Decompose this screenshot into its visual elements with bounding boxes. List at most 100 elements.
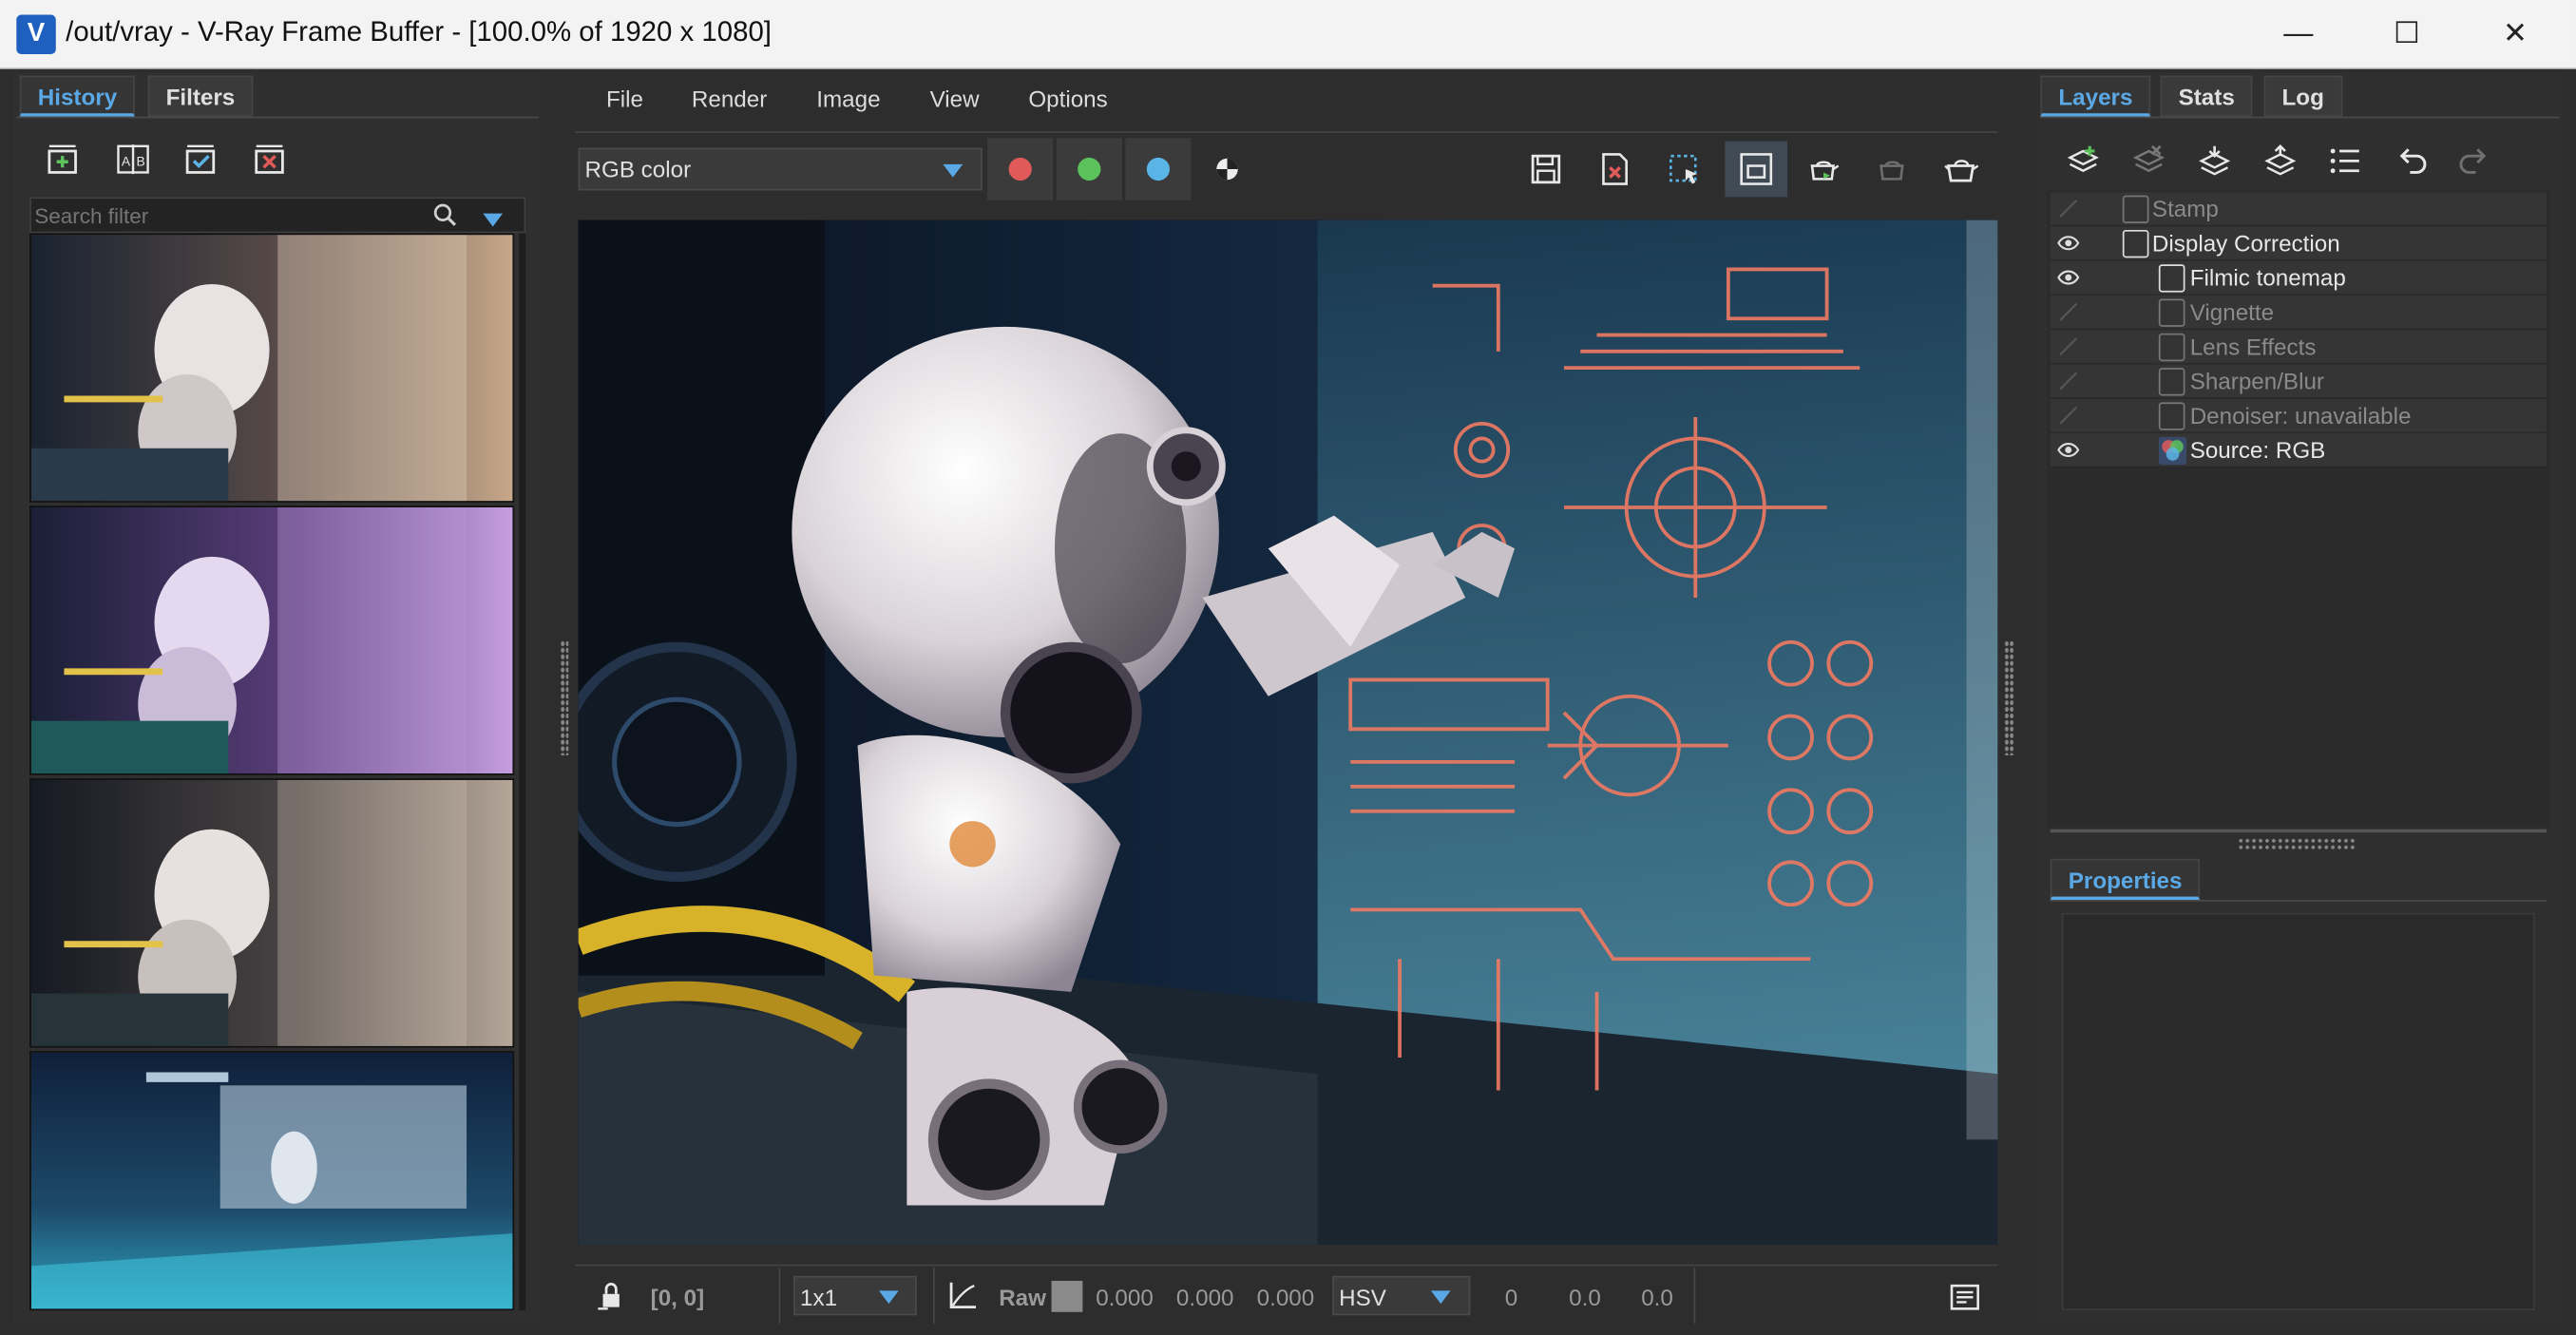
save-layers-icon[interactable] (2191, 140, 2237, 182)
remove-history-icon[interactable] (248, 138, 294, 181)
visibility-off-icon[interactable] (2057, 370, 2080, 392)
hsv-s-value: 0.0 (1569, 1284, 1601, 1311)
hsv-v-value: 0.0 (1641, 1284, 1673, 1311)
visibility-on-icon[interactable] (2057, 266, 2080, 289)
sample-size-value: 1x1 (799, 1284, 838, 1311)
render-viewport[interactable] (578, 219, 1998, 1245)
menu-render[interactable]: Render (692, 86, 767, 115)
lens-effects-icon (2158, 333, 2185, 362)
blue-channel-button[interactable] (1125, 138, 1192, 200)
layer-row-filmic-tonemap[interactable]: Filmic tonemap (2050, 260, 2547, 296)
sharpen-icon (2158, 368, 2185, 396)
menu-view[interactable]: View (930, 86, 980, 115)
tab-layers[interactable]: Layers (2040, 75, 2151, 117)
sample-size-select[interactable]: 1x1 (793, 1275, 917, 1316)
toggle-properties-icon[interactable] (1949, 1281, 1982, 1314)
tab-log[interactable]: Log (2263, 75, 2342, 117)
load-layers-icon[interactable] (2258, 140, 2303, 182)
right-splitter[interactable] (2004, 639, 2014, 755)
ab-compare-icon[interactable]: AB (110, 138, 156, 181)
tab-filters[interactable]: Filters (147, 75, 254, 117)
region-frame-icon (1740, 153, 1773, 185)
lock-cursor-icon[interactable] (595, 1279, 628, 1312)
chevron-down-icon (1430, 1290, 1451, 1305)
menu-options[interactable]: Options (1028, 86, 1107, 115)
redo-icon[interactable] (2452, 140, 2497, 182)
stop-render-icon[interactable] (1870, 148, 1916, 191)
load-history-icon[interactable] (179, 138, 224, 181)
red-channel-button[interactable] (987, 138, 1054, 200)
save-to-history-icon[interactable] (41, 138, 86, 181)
visibility-off-icon[interactable] (2057, 197, 2080, 219)
history-thumbnail[interactable] (29, 505, 515, 775)
history-thumbnail[interactable] (29, 233, 515, 503)
search-input[interactable] (34, 200, 429, 230)
tab-divider (2050, 900, 2547, 902)
add-layer-icon[interactable] (2060, 140, 2106, 182)
visibility-off-icon[interactable] (2057, 404, 2080, 427)
toggle-region-button[interactable] (1725, 141, 1788, 198)
layer-label: Denoiser: unavailable (2189, 402, 2412, 429)
interactive-render-teapot-icon[interactable] (1938, 148, 1984, 191)
layer-row-source-rgb[interactable]: Source: RGB (2050, 433, 2547, 468)
status-sep (1693, 1268, 1696, 1324)
visibility-off-icon[interactable] (2057, 300, 2080, 323)
history-scrollbar[interactable] (519, 233, 526, 1311)
curve-icon[interactable] (946, 1279, 980, 1312)
layer-label: Sharpen/Blur (2189, 368, 2324, 394)
chevron-down-icon (878, 1290, 899, 1305)
region-render-icon[interactable] (1661, 148, 1707, 191)
search-icon[interactable] (432, 202, 459, 229)
alpha-channel-icon[interactable] (1214, 156, 1241, 182)
maximize-button[interactable]: ☐ (2353, 0, 2461, 69)
tab-properties[interactable]: Properties (2050, 858, 2201, 901)
layer-row-vignette[interactable]: Vignette (2050, 296, 2547, 331)
render-teapot-icon[interactable] (1801, 148, 1846, 191)
visibility-off-icon[interactable] (2057, 335, 2080, 358)
curve-layer-icon (2122, 229, 2149, 258)
raw-label: Raw (999, 1284, 1046, 1311)
layer-row-stamp[interactable]: Stamp (2050, 192, 2547, 227)
source-rgb-icon (2158, 436, 2187, 466)
layer-label: Lens Effects (2189, 333, 2317, 360)
channel-select[interactable]: RGB color (578, 147, 983, 191)
delete-layer-icon[interactable] (2126, 140, 2171, 182)
close-button[interactable]: ✕ (2461, 0, 2569, 69)
green-channel-button[interactable] (1056, 138, 1122, 200)
search-options-chevron-icon[interactable] (482, 207, 505, 227)
title-bar: V /out/vray - V-Ray Frame Buffer - [100.… (0, 0, 2576, 69)
tab-history[interactable]: History (19, 75, 136, 117)
tab-divider (16, 116, 540, 119)
history-thumbnail[interactable] (29, 778, 515, 1048)
save-image-icon[interactable] (1523, 148, 1569, 191)
history-thumbnail[interactable] (29, 1051, 515, 1311)
properties-grip[interactable] (2237, 837, 2357, 851)
layer-row-display-correction[interactable]: Display Correction (2050, 226, 2547, 261)
tonemap-icon (2158, 264, 2185, 293)
status-divider (575, 1264, 1998, 1267)
properties-splitter[interactable] (2050, 829, 2547, 833)
visibility-on-icon[interactable] (2057, 232, 2080, 255)
menu-image[interactable]: Image (816, 86, 880, 115)
layer-label: Source: RGB (2189, 436, 2326, 464)
layer-presets-list-icon[interactable] (2323, 140, 2369, 182)
menu-file[interactable]: File (606, 86, 643, 115)
red-dot-icon (1008, 157, 1032, 181)
undo-icon[interactable] (2389, 140, 2434, 182)
green-dot-icon (1078, 157, 1101, 181)
layer-row-sharpen-blur[interactable]: Sharpen/Blur (2050, 364, 2547, 399)
minimize-button[interactable]: — (2244, 0, 2353, 69)
hsv-h-value: 0 (1504, 1284, 1518, 1311)
color-mode-select[interactable]: HSV (1332, 1275, 1471, 1316)
layer-row-denoiser[interactable]: Denoiser: unavailable (2050, 398, 2547, 434)
svg-text:A: A (122, 154, 131, 169)
layer-row-lens-effects[interactable]: Lens Effects (2050, 330, 2547, 365)
tab-stats[interactable]: Stats (2160, 75, 2253, 117)
visibility-on-icon[interactable] (2057, 438, 2080, 461)
blue-dot-icon (1146, 157, 1171, 181)
clear-image-icon[interactable] (1592, 148, 1637, 191)
raw-g-value: 0.000 (1175, 1284, 1234, 1311)
menu-divider (575, 131, 1998, 133)
denoiser-icon (2158, 402, 2185, 430)
color-mode-value: HSV (1339, 1284, 1386, 1311)
